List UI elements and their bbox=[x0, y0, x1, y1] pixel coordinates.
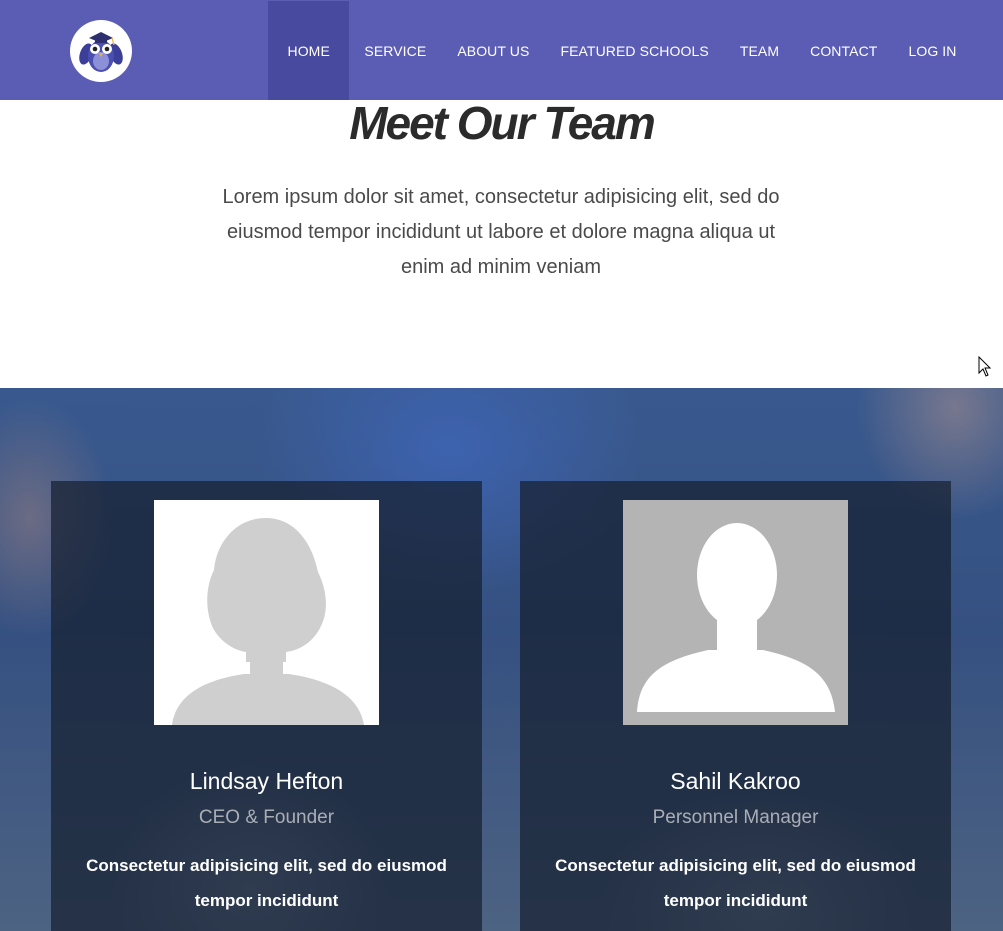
team-member-card: Sahil Kakroo Personnel Manager Consectet… bbox=[520, 481, 951, 931]
owl-logo-icon[interactable] bbox=[70, 20, 132, 82]
section-intro-text: Lorem ipsum dolor sit amet, consectetur … bbox=[222, 186, 780, 278]
main-nav: HOME SERVICE ABOUT US FEATURED SCHOOLS T… bbox=[268, 1, 972, 100]
nav-featured-schools[interactable]: FEATURED SCHOOLS bbox=[545, 1, 724, 100]
team-intro-section: Meet Our Team Lorem ipsum dolor sit amet… bbox=[0, 97, 1003, 388]
team-members-section: Lindsay Hefton CEO & Founder Consectetur… bbox=[0, 388, 1003, 931]
member-name: Lindsay Hefton bbox=[189, 768, 344, 794]
nav-team[interactable]: TEAM bbox=[724, 1, 794, 100]
section-title: Meet Our Team bbox=[349, 97, 656, 149]
nav-contact[interactable]: CONTACT bbox=[795, 1, 893, 100]
nav-home[interactable]: HOME bbox=[268, 1, 349, 100]
nav-service[interactable]: SERVICE bbox=[349, 1, 442, 100]
male-avatar-icon bbox=[623, 500, 848, 725]
nav-log-in[interactable]: LOG IN bbox=[893, 1, 972, 100]
member-name: Sahil Kakroo bbox=[670, 768, 801, 794]
female-avatar-icon bbox=[154, 500, 379, 725]
mouse-cursor-icon bbox=[978, 355, 992, 383]
top-navbar: HOME SERVICE ABOUT US FEATURED SCHOOLS T… bbox=[0, 0, 1003, 100]
team-member-card: Lindsay Hefton CEO & Founder Consectetur… bbox=[51, 481, 482, 931]
nav-about-us[interactable]: ABOUT US bbox=[442, 1, 545, 100]
member-role: CEO & Founder bbox=[198, 807, 335, 828]
member-description: Consectetur adipisicing elit, sed do eiu… bbox=[86, 856, 447, 910]
member-role: Personnel Manager bbox=[652, 807, 819, 828]
member-description: Consectetur adipisicing elit, sed do eiu… bbox=[555, 856, 916, 910]
